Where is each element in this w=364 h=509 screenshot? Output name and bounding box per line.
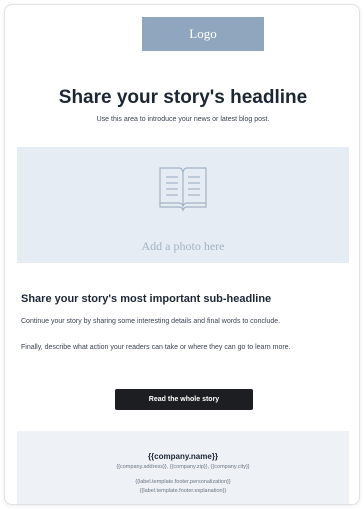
- email-footer: {{company.name}} {{company.address}}, {{…: [17, 431, 349, 504]
- open-book-icon: [159, 167, 207, 212]
- story-paragraph-2[interactable]: Finally, describe what action your reade…: [21, 343, 341, 353]
- footer-address: {{company.address}}, {{company.zip}}, {{…: [116, 464, 250, 470]
- story-headline[interactable]: Share your story's headline: [17, 87, 349, 109]
- read-story-button[interactable]: Read the whole story: [115, 389, 253, 410]
- footer-explanation: {{label.template.footer.explanation}}: [139, 488, 227, 494]
- footer-personalization: {{label.template.footer.personalization}…: [135, 479, 231, 485]
- photo-label: Add a photo here: [141, 239, 225, 253]
- story-subheadline[interactable]: Share your story's most important sub-he…: [21, 293, 347, 305]
- email-preview-card: Logo Share your story's headline Use thi…: [4, 4, 360, 505]
- logo-placeholder[interactable]: Logo: [142, 17, 264, 51]
- email-template: Logo Share your story's headline Use thi…: [17, 5, 349, 504]
- story-intro[interactable]: Use this area to introduce your news or …: [17, 116, 349, 123]
- photo-placeholder[interactable]: Add a photo here: [17, 147, 349, 263]
- footer-company-name: {{company.name}}: [147, 452, 219, 461]
- story-paragraph-1[interactable]: Continue your story by sharing some inte…: [21, 317, 347, 327]
- logo-text: Logo: [189, 26, 217, 41]
- read-story-button-label: Read the whole story: [148, 396, 220, 403]
